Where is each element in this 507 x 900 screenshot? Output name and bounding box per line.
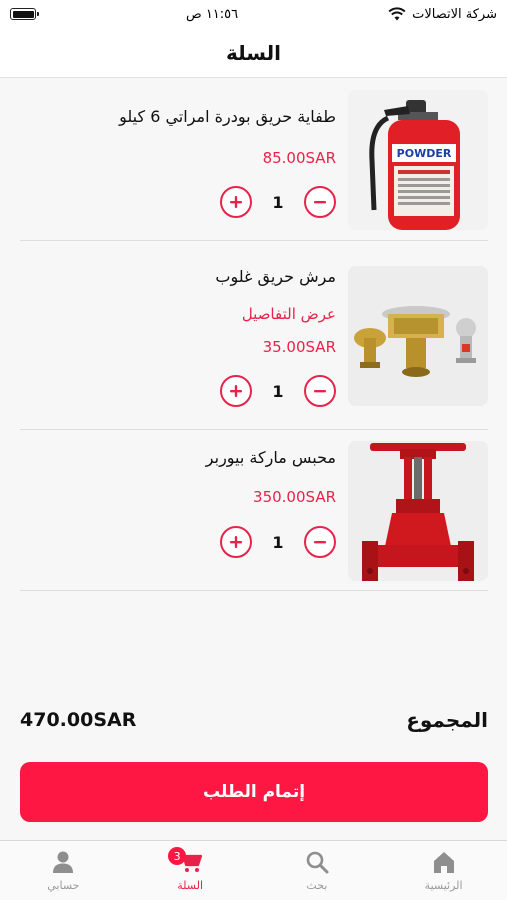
cart-item: مرش حريق غلوب عرض التفاصيل 35.00SAR 1 <box>20 241 488 430</box>
plus-icon <box>230 385 242 397</box>
fire-extinguisher-image[interactable]: POWDER <box>348 90 488 230</box>
decrease-quantity-button[interactable] <box>304 186 336 218</box>
cart-list: POWDER طفاية حريق بودرة امراتي 6 كيلو 85… <box>20 79 488 591</box>
decrease-quantity-button[interactable] <box>304 526 336 558</box>
svg-text:POWDER: POWDER <box>397 147 452 160</box>
fire-sprinklers-image[interactable] <box>348 266 488 406</box>
search-icon <box>306 851 329 874</box>
minus-icon <box>314 541 326 544</box>
tab-home[interactable]: الرئيسية <box>380 841 507 900</box>
total-row: 470.00SAR المجموع <box>20 705 488 735</box>
tab-search[interactable]: بحث <box>254 841 381 900</box>
user-icon <box>53 851 74 873</box>
quantity-stepper: 1 <box>220 526 336 558</box>
increase-quantity-button[interactable] <box>220 375 252 407</box>
quantity-value: 1 <box>272 532 284 552</box>
decrease-quantity-button[interactable] <box>304 375 336 407</box>
quantity-value: 1 <box>272 381 284 401</box>
minus-icon <box>314 201 326 204</box>
total-amount: 470.00SAR <box>20 709 137 731</box>
cart-item: محبس ماركة بيوربر 350.00SAR 1 <box>20 430 488 591</box>
checkout-button[interactable]: إتمام الطلب <box>20 762 488 822</box>
item-price: 350.00SAR <box>253 488 336 506</box>
tab-account[interactable]: حسابي <box>0 841 127 900</box>
checkout-button-label: إتمام الطلب <box>202 782 306 802</box>
cart-item: POWDER طفاية حريق بودرة امراتي 6 كيلو 85… <box>20 79 488 241</box>
view-details-link[interactable]: عرض التفاصيل <box>242 305 336 323</box>
item-name[interactable]: محبس ماركة بيوربر <box>206 448 336 467</box>
item-name[interactable]: طفاية حريق بودرة امراتي 6 كيلو <box>119 107 336 126</box>
tab-account-label: حسابي <box>47 879 80 892</box>
wifi-icon <box>388 7 406 21</box>
gate-valve-image[interactable] <box>348 441 488 581</box>
carrier-name: شركة الاتصالات <box>412 6 497 22</box>
item-price: 35.00SAR <box>262 338 336 356</box>
status-carrier-group: شركة الاتصالات <box>388 7 497 22</box>
increase-quantity-button[interactable] <box>220 526 252 558</box>
minus-icon <box>314 390 326 393</box>
home-icon <box>433 852 454 873</box>
tab-search-label: بحث <box>306 879 328 892</box>
quantity-value: 1 <box>272 192 284 212</box>
tab-home-label: الرئيسية <box>424 879 463 892</box>
tab-bar: حسابي 3 السلة بحث الرئيسية <box>0 840 507 900</box>
status-time: ١١:٥٦ ص <box>185 6 239 22</box>
quantity-stepper: 1 <box>220 375 336 407</box>
plus-icon <box>230 536 242 548</box>
page-title: السلة <box>225 40 281 65</box>
item-name[interactable]: مرش حريق غلوب <box>215 267 336 286</box>
tab-cart-label: السلة <box>177 879 203 892</box>
status-bar: ١١:٥٦ ص شركة الاتصالات <box>0 0 507 28</box>
header: السلة <box>0 28 507 78</box>
cart-count-badge: 3 <box>168 847 187 865</box>
total-label: المجموع <box>406 708 488 732</box>
battery-icon <box>10 8 39 20</box>
increase-quantity-button[interactable] <box>220 186 252 218</box>
cart-screen: ١١:٥٦ ص شركة الاتصالات السلة POWDER طفاي… <box>0 0 507 900</box>
item-price: 85.00SAR <box>262 149 336 167</box>
plus-icon <box>230 196 242 208</box>
quantity-stepper: 1 <box>220 186 336 218</box>
tab-cart[interactable]: 3 السلة <box>127 841 254 900</box>
